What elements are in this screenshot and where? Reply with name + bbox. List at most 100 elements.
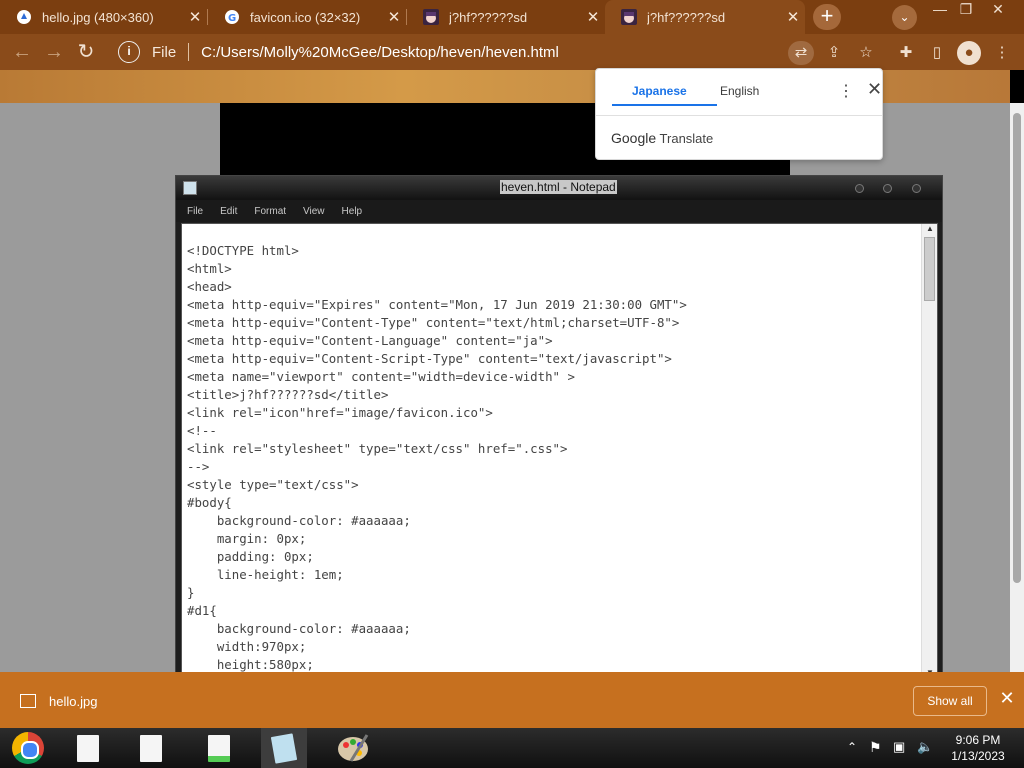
code-line: #d1{ bbox=[187, 603, 217, 618]
document-icon bbox=[77, 734, 99, 762]
tab-title: hello.jpg (480×360) bbox=[42, 9, 154, 25]
close-tab-icon[interactable]: ✕ bbox=[183, 8, 207, 26]
side-panel-icon[interactable]: ▯ bbox=[925, 41, 949, 65]
chevron-down-icon[interactable]: ⌄ bbox=[892, 5, 917, 30]
system-tray: ⌃ ⚑ ▣ 🔈 9:06 PM 1/13/2023 bbox=[843, 728, 1024, 768]
code-line: <meta http-equiv="Content-Script-Type" c… bbox=[187, 351, 672, 366]
taskbar-file-2[interactable] bbox=[128, 728, 174, 768]
vertical-scrollbar[interactable]: ▲ ▼ bbox=[921, 224, 937, 680]
notepad-window: heven.html - Notepad File Edit Format Vi… bbox=[175, 175, 943, 699]
show-all-button[interactable]: Show all bbox=[913, 686, 987, 716]
tab-jhf-2-active[interactable]: j?hf??????sd ✕ bbox=[605, 0, 805, 34]
google-icon: G bbox=[224, 9, 240, 25]
code-line: <html> bbox=[187, 261, 232, 276]
google-translate-brand: Google Translate bbox=[611, 130, 714, 146]
profile-avatar-icon[interactable]: ● bbox=[957, 41, 981, 65]
menu-edit[interactable]: Edit bbox=[220, 206, 237, 217]
notepad-title: heven.html - Notepad bbox=[500, 180, 617, 194]
code-line: <link rel="icon"href="image/favicon.ico"… bbox=[187, 405, 493, 420]
restore-button[interactable]: ❐ bbox=[952, 0, 980, 20]
code-line: } bbox=[187, 585, 195, 600]
notepad-menu-bar: File Edit Format View Help bbox=[176, 200, 942, 222]
menu-kebab-icon[interactable]: ⋮ bbox=[990, 41, 1014, 65]
code-line: margin: 0px; bbox=[187, 531, 307, 546]
download-item[interactable]: hello.jpg bbox=[20, 690, 220, 712]
reload-icon[interactable]: ↻ bbox=[70, 34, 102, 70]
bookmark-star-icon[interactable]: ☆ bbox=[854, 41, 878, 65]
clock-date: 1/13/2023 bbox=[951, 749, 1005, 763]
svg-text:G: G bbox=[228, 13, 236, 24]
document-icon bbox=[140, 734, 162, 762]
code-line: <!-- bbox=[187, 423, 217, 438]
anime-avatar-icon bbox=[423, 9, 439, 25]
share-icon[interactable]: ⇪ bbox=[822, 41, 846, 65]
code-line: background-color: #aaaaaa; bbox=[187, 513, 411, 528]
close-tab-icon[interactable]: ✕ bbox=[382, 8, 406, 26]
menu-view[interactable]: View bbox=[303, 206, 325, 217]
taskbar-paint[interactable] bbox=[331, 728, 377, 768]
anime-avatar-icon bbox=[621, 9, 637, 25]
paint-palette-icon bbox=[338, 734, 369, 762]
selected-tab-underline bbox=[612, 104, 717, 106]
code-line: <meta http-equiv="Content-Type" content=… bbox=[187, 315, 680, 330]
taskbar-chrome[interactable] bbox=[5, 728, 51, 768]
code-line: <meta http-equiv="Expires" content="Mon,… bbox=[187, 297, 687, 312]
extensions-icon[interactable]: ✚ bbox=[894, 41, 918, 65]
close-window-button[interactable]: ✕ bbox=[984, 0, 1012, 20]
code-line: <head> bbox=[187, 279, 232, 294]
tab-title: j?hf??????sd bbox=[449, 9, 528, 25]
address-bar[interactable]: i File C:/Users/Molly%20McGee/Desktop/he… bbox=[108, 38, 780, 66]
code-line: background-color: #aaaaaa; bbox=[187, 621, 411, 636]
google-drive-icon bbox=[16, 9, 32, 25]
code-line: line-height: 1em; bbox=[187, 567, 344, 582]
tab-title: j?hf??????sd bbox=[647, 9, 726, 25]
translate-icon[interactable]: ⇄ bbox=[788, 41, 814, 65]
more-options-icon[interactable]: ⋮ bbox=[838, 81, 854, 101]
close-button[interactable] bbox=[912, 184, 921, 193]
taskbar-file-1[interactable] bbox=[65, 728, 111, 768]
lang-japanese-tab[interactable]: Japanese bbox=[632, 84, 687, 98]
minimize-button[interactable]: — bbox=[926, 0, 954, 20]
minimize-button[interactable] bbox=[855, 184, 864, 193]
menu-format[interactable]: Format bbox=[254, 206, 286, 217]
menu-help[interactable]: Help bbox=[342, 206, 363, 217]
new-tab-button[interactable]: + bbox=[813, 4, 841, 30]
close-icon[interactable]: ✕ bbox=[996, 688, 1018, 712]
code-line: <title>j?hf??????sd</title> bbox=[187, 387, 389, 402]
code-line: #body{ bbox=[187, 495, 232, 510]
info-icon[interactable]: i bbox=[118, 41, 140, 63]
code-line: <link rel="stylesheet" type="text/css" h… bbox=[187, 441, 568, 456]
clock[interactable]: 9:06 PM 1/13/2023 bbox=[943, 732, 1013, 764]
url-text[interactable]: C:/Users/Molly%20McGee/Desktop/heven/hev… bbox=[201, 44, 559, 61]
tab-hello-jpg[interactable]: hello.jpg (480×360) ✕ bbox=[0, 0, 207, 34]
notepad-icon bbox=[270, 732, 298, 764]
lang-english-tab[interactable]: English bbox=[720, 84, 759, 98]
close-tab-icon[interactable]: ✕ bbox=[781, 8, 805, 26]
menu-file[interactable]: File bbox=[187, 206, 203, 217]
notepad-text[interactable]: <!DOCTYPE html> <html> <head> <meta http-eq… bbox=[187, 242, 917, 676]
back-arrow-icon[interactable]: ← bbox=[6, 34, 38, 70]
code-line: width:970px; bbox=[187, 639, 307, 654]
taskbar-notepad[interactable] bbox=[261, 728, 307, 768]
taskbar-file-3[interactable] bbox=[196, 728, 242, 768]
code-line: --> bbox=[187, 459, 210, 474]
page-scrollbar[interactable] bbox=[1010, 103, 1024, 672]
download-filename: hello.jpg bbox=[49, 693, 98, 709]
network-icon[interactable]: ▣ bbox=[893, 739, 905, 755]
show-hidden-icons-chevron-icon[interactable]: ⌃ bbox=[847, 740, 857, 754]
maximize-button[interactable] bbox=[883, 184, 892, 193]
tab-favicon[interactable]: G favicon.ico (32×32) ✕ bbox=[208, 0, 406, 34]
clock-time: 9:06 PM bbox=[955, 733, 1001, 747]
volume-icon[interactable]: 🔈 bbox=[917, 739, 933, 755]
close-icon[interactable]: ✕ bbox=[867, 79, 882, 100]
code-line: <meta http-equiv="Content-Language" cont… bbox=[187, 333, 553, 348]
code-line: <meta name="viewport" content="width=dev… bbox=[187, 369, 575, 384]
image-file-icon bbox=[20, 694, 36, 708]
flag-icon[interactable]: ⚑ bbox=[869, 739, 882, 756]
tab-jhf-1[interactable]: j?hf??????sd ✕ bbox=[407, 0, 605, 34]
notepad-icon bbox=[183, 181, 197, 195]
notepad-title-bar[interactable]: heven.html - Notepad bbox=[176, 176, 942, 200]
close-tab-icon[interactable]: ✕ bbox=[581, 8, 605, 26]
forward-arrow-icon[interactable]: → bbox=[38, 34, 70, 70]
notepad-text-area[interactable]: <!DOCTYPE html> <html> <head> <meta http-eq… bbox=[181, 223, 938, 695]
